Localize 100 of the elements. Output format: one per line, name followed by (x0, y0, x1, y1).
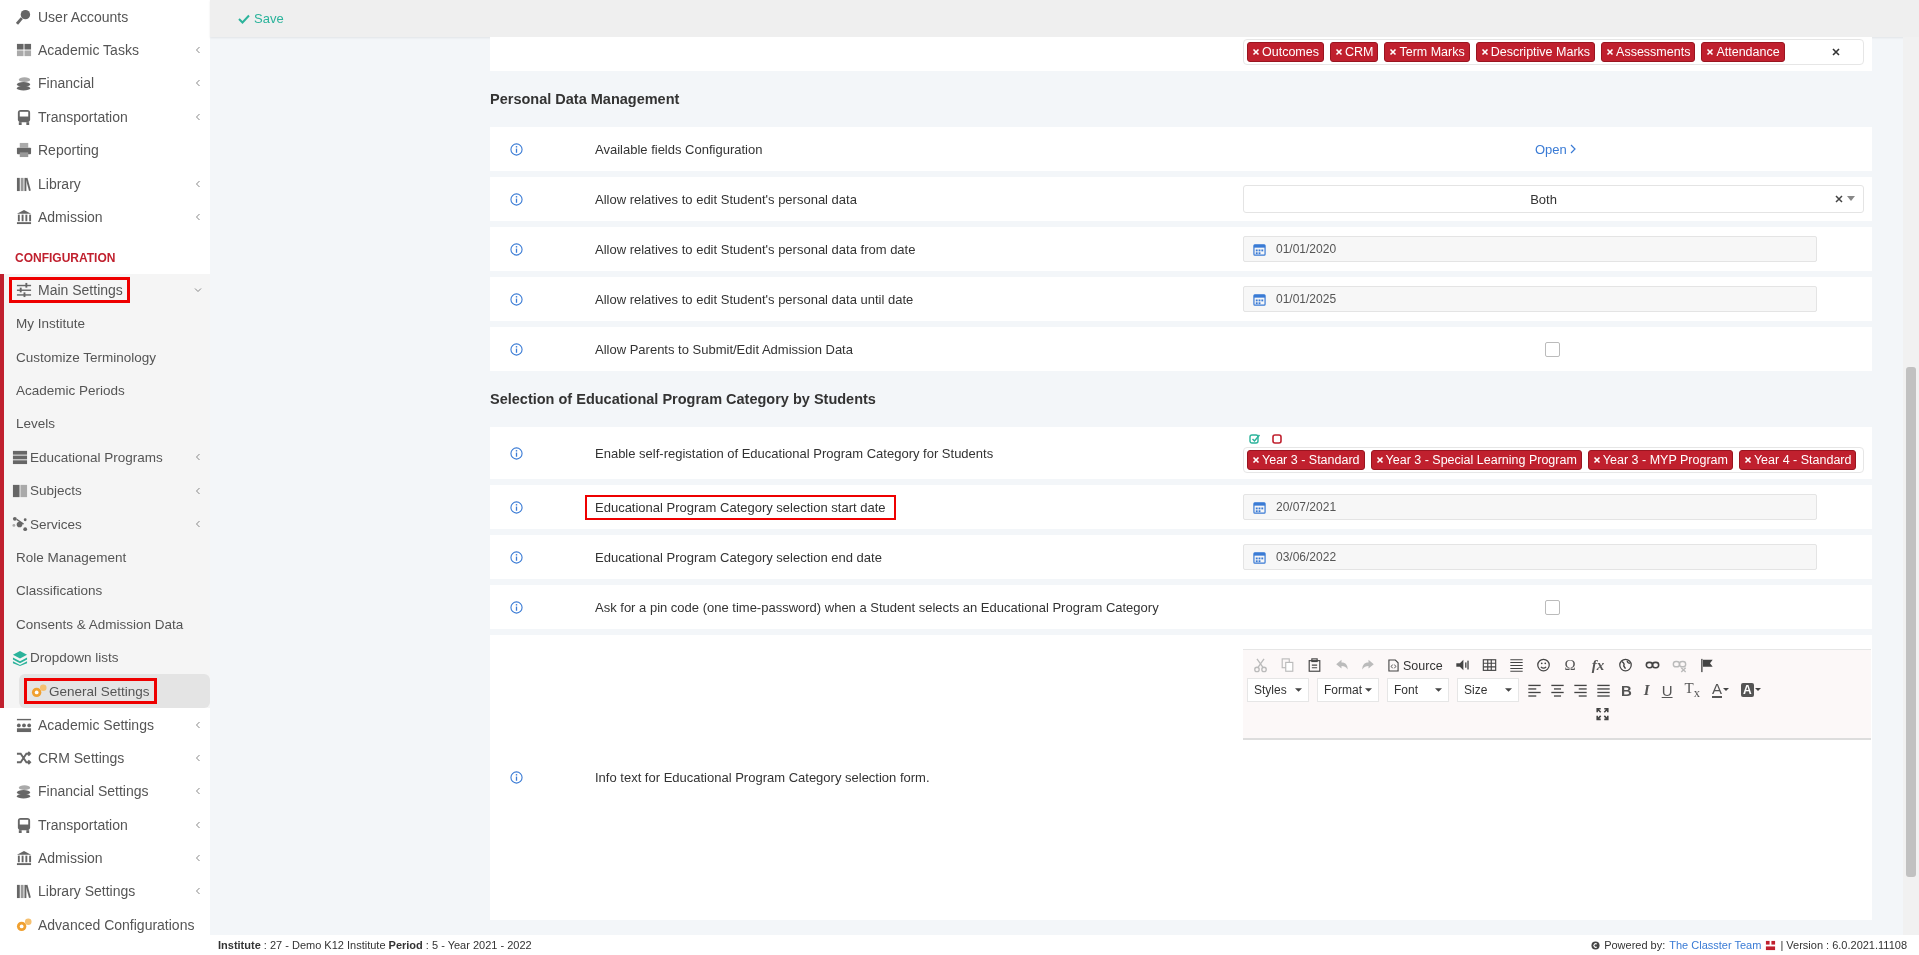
tag[interactable]: Assessments (1601, 42, 1696, 62)
sidebar-subitem[interactable]: My Institute (4, 307, 210, 341)
tag[interactable]: Descriptive Marks (1475, 42, 1596, 62)
info-icon[interactable] (510, 342, 523, 356)
sidebar-subitem[interactable]: Role Management (4, 540, 210, 575)
remove-icon[interactable] (1480, 48, 1489, 56)
tag-select-field[interactable]: Outcomes CRM Term Marks Descriptive Marks Assessments Attendance (1243, 39, 1864, 65)
toolbar-button[interactable]: B (1619, 681, 1634, 699)
remove-icon[interactable] (1252, 456, 1260, 464)
toolbar-dropdown[interactable]: Font (1387, 678, 1449, 702)
sidebar-item[interactable]: Academic Tasks (0, 33, 210, 67)
info-icon[interactable] (510, 292, 523, 306)
sidebar-item[interactable]: Reporting (0, 133, 210, 167)
select-all-icon[interactable] (1249, 433, 1261, 445)
info-icon[interactable] (510, 550, 523, 564)
calendar-icon[interactable] (1252, 550, 1266, 564)
open-link[interactable]: Open (1535, 141, 1576, 157)
calendar-icon[interactable] (1252, 242, 1266, 256)
sidebar-item[interactable]: Transportation (0, 808, 210, 842)
sidebar-item[interactable]: Financial Settings (0, 774, 210, 808)
sidebar-item[interactable]: CRM Settings (0, 741, 210, 775)
remove-icon[interactable] (1252, 48, 1260, 56)
sidebar-subitem[interactable]: Consents & Admission Data (4, 607, 210, 642)
scrollbar[interactable] (1903, 37, 1919, 935)
smiley-icon[interactable] (1535, 658, 1551, 673)
date-field[interactable]: 01/01/2025 (1243, 286, 1817, 312)
toolbar-button[interactable]: U (1659, 681, 1675, 699)
remove-icon[interactable] (1334, 48, 1343, 56)
tag[interactable]: Outcomes (1247, 42, 1324, 62)
sidebar-item[interactable]: Financial (0, 66, 210, 101)
remove-icon[interactable] (1592, 456, 1601, 464)
text-color-button[interactable]: A (1709, 682, 1731, 698)
clear-icon[interactable] (1835, 195, 1843, 203)
clear-icon[interactable] (1832, 48, 1840, 56)
sidebar-item[interactable]: Main Settings (4, 273, 210, 308)
info-icon[interactable] (510, 771, 523, 784)
calendar-icon[interactable] (1252, 500, 1266, 514)
info-icon[interactable] (510, 446, 523, 460)
sidebar-item[interactable]: Library (0, 166, 210, 201)
sidebar-subitem[interactable]: Customize Terminology (4, 340, 210, 374)
toolbar-button[interactable]: Ω (1562, 657, 1578, 674)
sidebar-item[interactable]: User Accounts (0, 0, 210, 34)
tag[interactable]: Attendance (1701, 42, 1785, 62)
remove-icon[interactable] (1706, 48, 1715, 56)
sidebar-subitem[interactable]: Levels (4, 407, 210, 441)
toolbar-dropdown[interactable]: Styles (1247, 678, 1309, 702)
source-button[interactable]: Source (1388, 658, 1443, 673)
checkbox[interactable] (1545, 599, 1560, 615)
sidebar-subitem[interactable]: Classifications (4, 574, 210, 608)
hline-icon[interactable] (1508, 658, 1524, 673)
sidebar-subitem[interactable]: Subjects (4, 474, 210, 508)
globe-icon[interactable] (1618, 658, 1634, 673)
info-icon[interactable] (510, 142, 523, 156)
sidebar-subitem[interactable]: General Settings (19, 674, 210, 708)
align-right-icon[interactable] (1573, 682, 1588, 698)
sidebar-subitem[interactable]: Academic Periods (4, 373, 210, 408)
remove-icon[interactable] (1389, 48, 1398, 56)
deselect-all-icon[interactable] (1271, 433, 1283, 445)
tag[interactable]: Year 3 - Standard (1247, 450, 1365, 470)
select-field[interactable]: Both (1243, 185, 1864, 213)
toolbar-button[interactable]: T$_{x}$ (1682, 679, 1702, 701)
sidebar-item[interactable]: Library Settings (0, 874, 210, 909)
toolbar-dropdown[interactable]: Size (1457, 678, 1519, 702)
remove-icon[interactable] (1606, 48, 1615, 56)
tag-select-field[interactable]: Year 3 - Standard Year 3 - Special Learning Program Year 3 - MYP Program Year 4 - Standard (1243, 447, 1864, 473)
date-field[interactable]: 03/06/2022 (1243, 544, 1817, 570)
tag[interactable]: Term Marks (1384, 42, 1470, 62)
info-icon[interactable] (510, 242, 523, 256)
sidebar-subitem[interactable]: Services (4, 507, 210, 541)
tag[interactable]: Year 4 - Standard (1738, 450, 1857, 470)
team-link[interactable]: The Classter Team (1669, 939, 1762, 951)
sidebar-item[interactable]: Admission (0, 200, 210, 234)
sidebar-subitem[interactable]: Educational Programs (4, 440, 210, 475)
sidebar-item[interactable]: Academic Settings (0, 707, 210, 742)
align-center-icon[interactable] (1550, 682, 1565, 698)
flag-icon[interactable] (1699, 658, 1715, 673)
toolbar-button[interactable]: I (1641, 681, 1652, 699)
sidebar-subitem[interactable]: Dropdown lists (4, 641, 210, 675)
align-left-icon[interactable] (1527, 682, 1542, 698)
maximize-icon[interactable] (1594, 707, 1610, 722)
paste-icon[interactable] (1307, 658, 1322, 673)
toolbar-dropdown[interactable]: Format (1317, 678, 1379, 702)
date-field[interactable]: 20/07/2021 (1243, 494, 1817, 520)
tag[interactable]: CRM (1329, 42, 1379, 62)
toolbar-button[interactable]: fx (1589, 657, 1607, 674)
sidebar-item[interactable]: Advanced Configurations (0, 908, 210, 942)
sidebar-item[interactable]: Admission (0, 841, 210, 875)
tag[interactable]: Year 3 - Special Learning Program (1370, 450, 1582, 470)
info-icon[interactable] (510, 500, 523, 514)
table-icon[interactable] (1481, 658, 1497, 673)
tag[interactable]: Year 3 - MYP Program (1587, 450, 1733, 470)
date-field[interactable]: 01/01/2020 (1243, 236, 1817, 262)
info-icon[interactable] (510, 600, 523, 614)
calendar-icon[interactable] (1252, 292, 1266, 306)
justify-icon[interactable] (1596, 682, 1611, 698)
remove-icon[interactable] (1375, 456, 1384, 464)
remove-icon[interactable] (1743, 456, 1752, 464)
checkbox[interactable] (1545, 341, 1560, 357)
sidebar-item[interactable]: Transportation (0, 100, 210, 134)
info-icon[interactable] (510, 192, 523, 206)
